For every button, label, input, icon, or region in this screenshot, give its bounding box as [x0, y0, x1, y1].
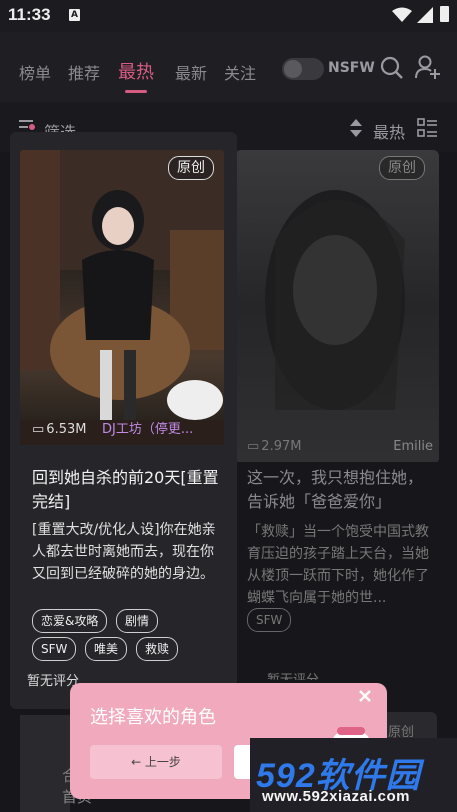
card-tag[interactable]: 救赎: [136, 637, 179, 661]
comment-icon: ▭: [32, 422, 45, 437]
tab-ranking[interactable]: 榜单: [19, 60, 51, 84]
sort-icon[interactable]: [349, 119, 363, 137]
card-title: 回到她自杀的前20天[重置完结]: [32, 468, 219, 511]
battery-icon: [440, 6, 449, 22]
card-tag[interactable]: 恋爱&攻略: [32, 609, 108, 633]
story-card[interactable]: 原创 ▭ 2.97M Emilie 这一次，我只想抱住她，告诉她「爸爸爱你」 「救…: [235, 150, 439, 680]
comment-count-value: 2.97M: [261, 439, 302, 454]
tab-newest[interactable]: 最新: [175, 60, 207, 84]
list-layout-icon[interactable]: [417, 118, 437, 138]
top-navigation: 榜单 推荐 最热 最新 关注 NSFW: [0, 32, 457, 102]
card-tag[interactable]: 唯美: [85, 637, 128, 661]
add-user-icon[interactable]: [415, 54, 441, 80]
card-tag[interactable]: SFW: [247, 608, 292, 632]
card-cover-image: 原创 ▭ 2.97M Emilie: [235, 150, 439, 462]
close-icon[interactable]: [358, 689, 372, 703]
card-tag[interactable]: 剧情: [116, 609, 159, 633]
active-tab-indicator: [125, 90, 147, 93]
original-badge: 原创: [168, 156, 214, 180]
story-card[interactable]: 原创 ▭ 6.53M DJ工坊（停更... 回到她自杀的前20天[重置完结] [重…: [10, 132, 237, 709]
cover-illustration: [265, 190, 405, 410]
card-tag[interactable]: SFW: [32, 637, 77, 661]
wifi-icon: [392, 7, 412, 22]
sort-label[interactable]: 最热: [373, 119, 405, 143]
search-icon[interactable]: [380, 56, 404, 80]
card-description: 「救赎」当一个饱受中国式教育压迫的孩子踏上天台，当她从楼顶一跃而下时，她化作了蝴…: [247, 524, 429, 606]
card-author[interactable]: Emilie: [393, 439, 433, 454]
popup-title: 选择喜欢的角色: [90, 707, 216, 728]
card-cover-image: 原创 ▭ 6.53M DJ工坊（停更...: [20, 150, 224, 445]
toggle-knob: [284, 60, 302, 78]
nsfw-label: NSFW: [328, 60, 375, 76]
comment-count: ▭ 6.53M: [32, 422, 86, 437]
nsfw-toggle[interactable]: [282, 58, 324, 80]
comment-count: ▭ 2.97M: [247, 439, 301, 454]
signal-icon: [417, 7, 433, 23]
status-bar: 11:33 A: [0, 0, 457, 32]
previous-step-button[interactable]: ← 上一步: [90, 745, 222, 779]
tab-following[interactable]: 关注: [224, 60, 256, 84]
card-title: 这一次，我只想抱住她，告诉她「爸爸爱你」: [247, 468, 424, 511]
notification-icon: A: [69, 9, 80, 21]
card-author[interactable]: DJ工坊（停更...: [102, 418, 193, 437]
cover-illustration: [20, 150, 224, 445]
tab-recommended[interactable]: 推荐: [68, 60, 100, 84]
tab-hottest[interactable]: 最热: [118, 58, 154, 84]
original-badge: 原创: [379, 156, 425, 180]
comment-icon: ▭: [247, 439, 260, 454]
card-rating: 暂无评分: [267, 669, 319, 680]
comment-count-value: 6.53M: [46, 422, 87, 437]
watermark-url: www.592xiazai.com: [262, 788, 411, 805]
card-description: [重置大改/优化人设]你在她亲人都去世时离她而去，现在你又回到已经破碎的她的身边…: [32, 522, 216, 582]
status-time: 11:33: [8, 5, 51, 24]
